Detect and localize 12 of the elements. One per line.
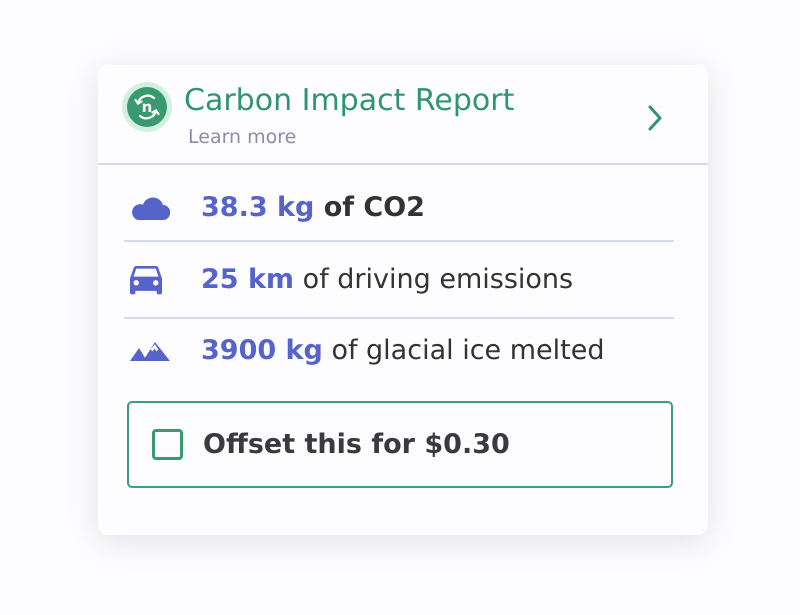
circular-arrows-icon: [132, 92, 162, 122]
stat-text: 3900 kg of glacial ice melted: [201, 335, 604, 367]
logo-letter: n: [142, 99, 152, 115]
offset-option[interactable]: Offset this for $0.30: [127, 401, 673, 488]
stat-text: 38.3 kg of CO2: [201, 192, 425, 224]
chevron-right-icon[interactable]: [648, 105, 662, 131]
cloud-icon: [130, 196, 170, 220]
checkbox[interactable]: [152, 429, 183, 460]
stat-text: 25 km of driving emissions: [201, 264, 574, 296]
mountains-icon: [130, 342, 170, 360]
car-icon: [130, 264, 162, 294]
report-title: Carbon Impact Report: [184, 82, 514, 120]
